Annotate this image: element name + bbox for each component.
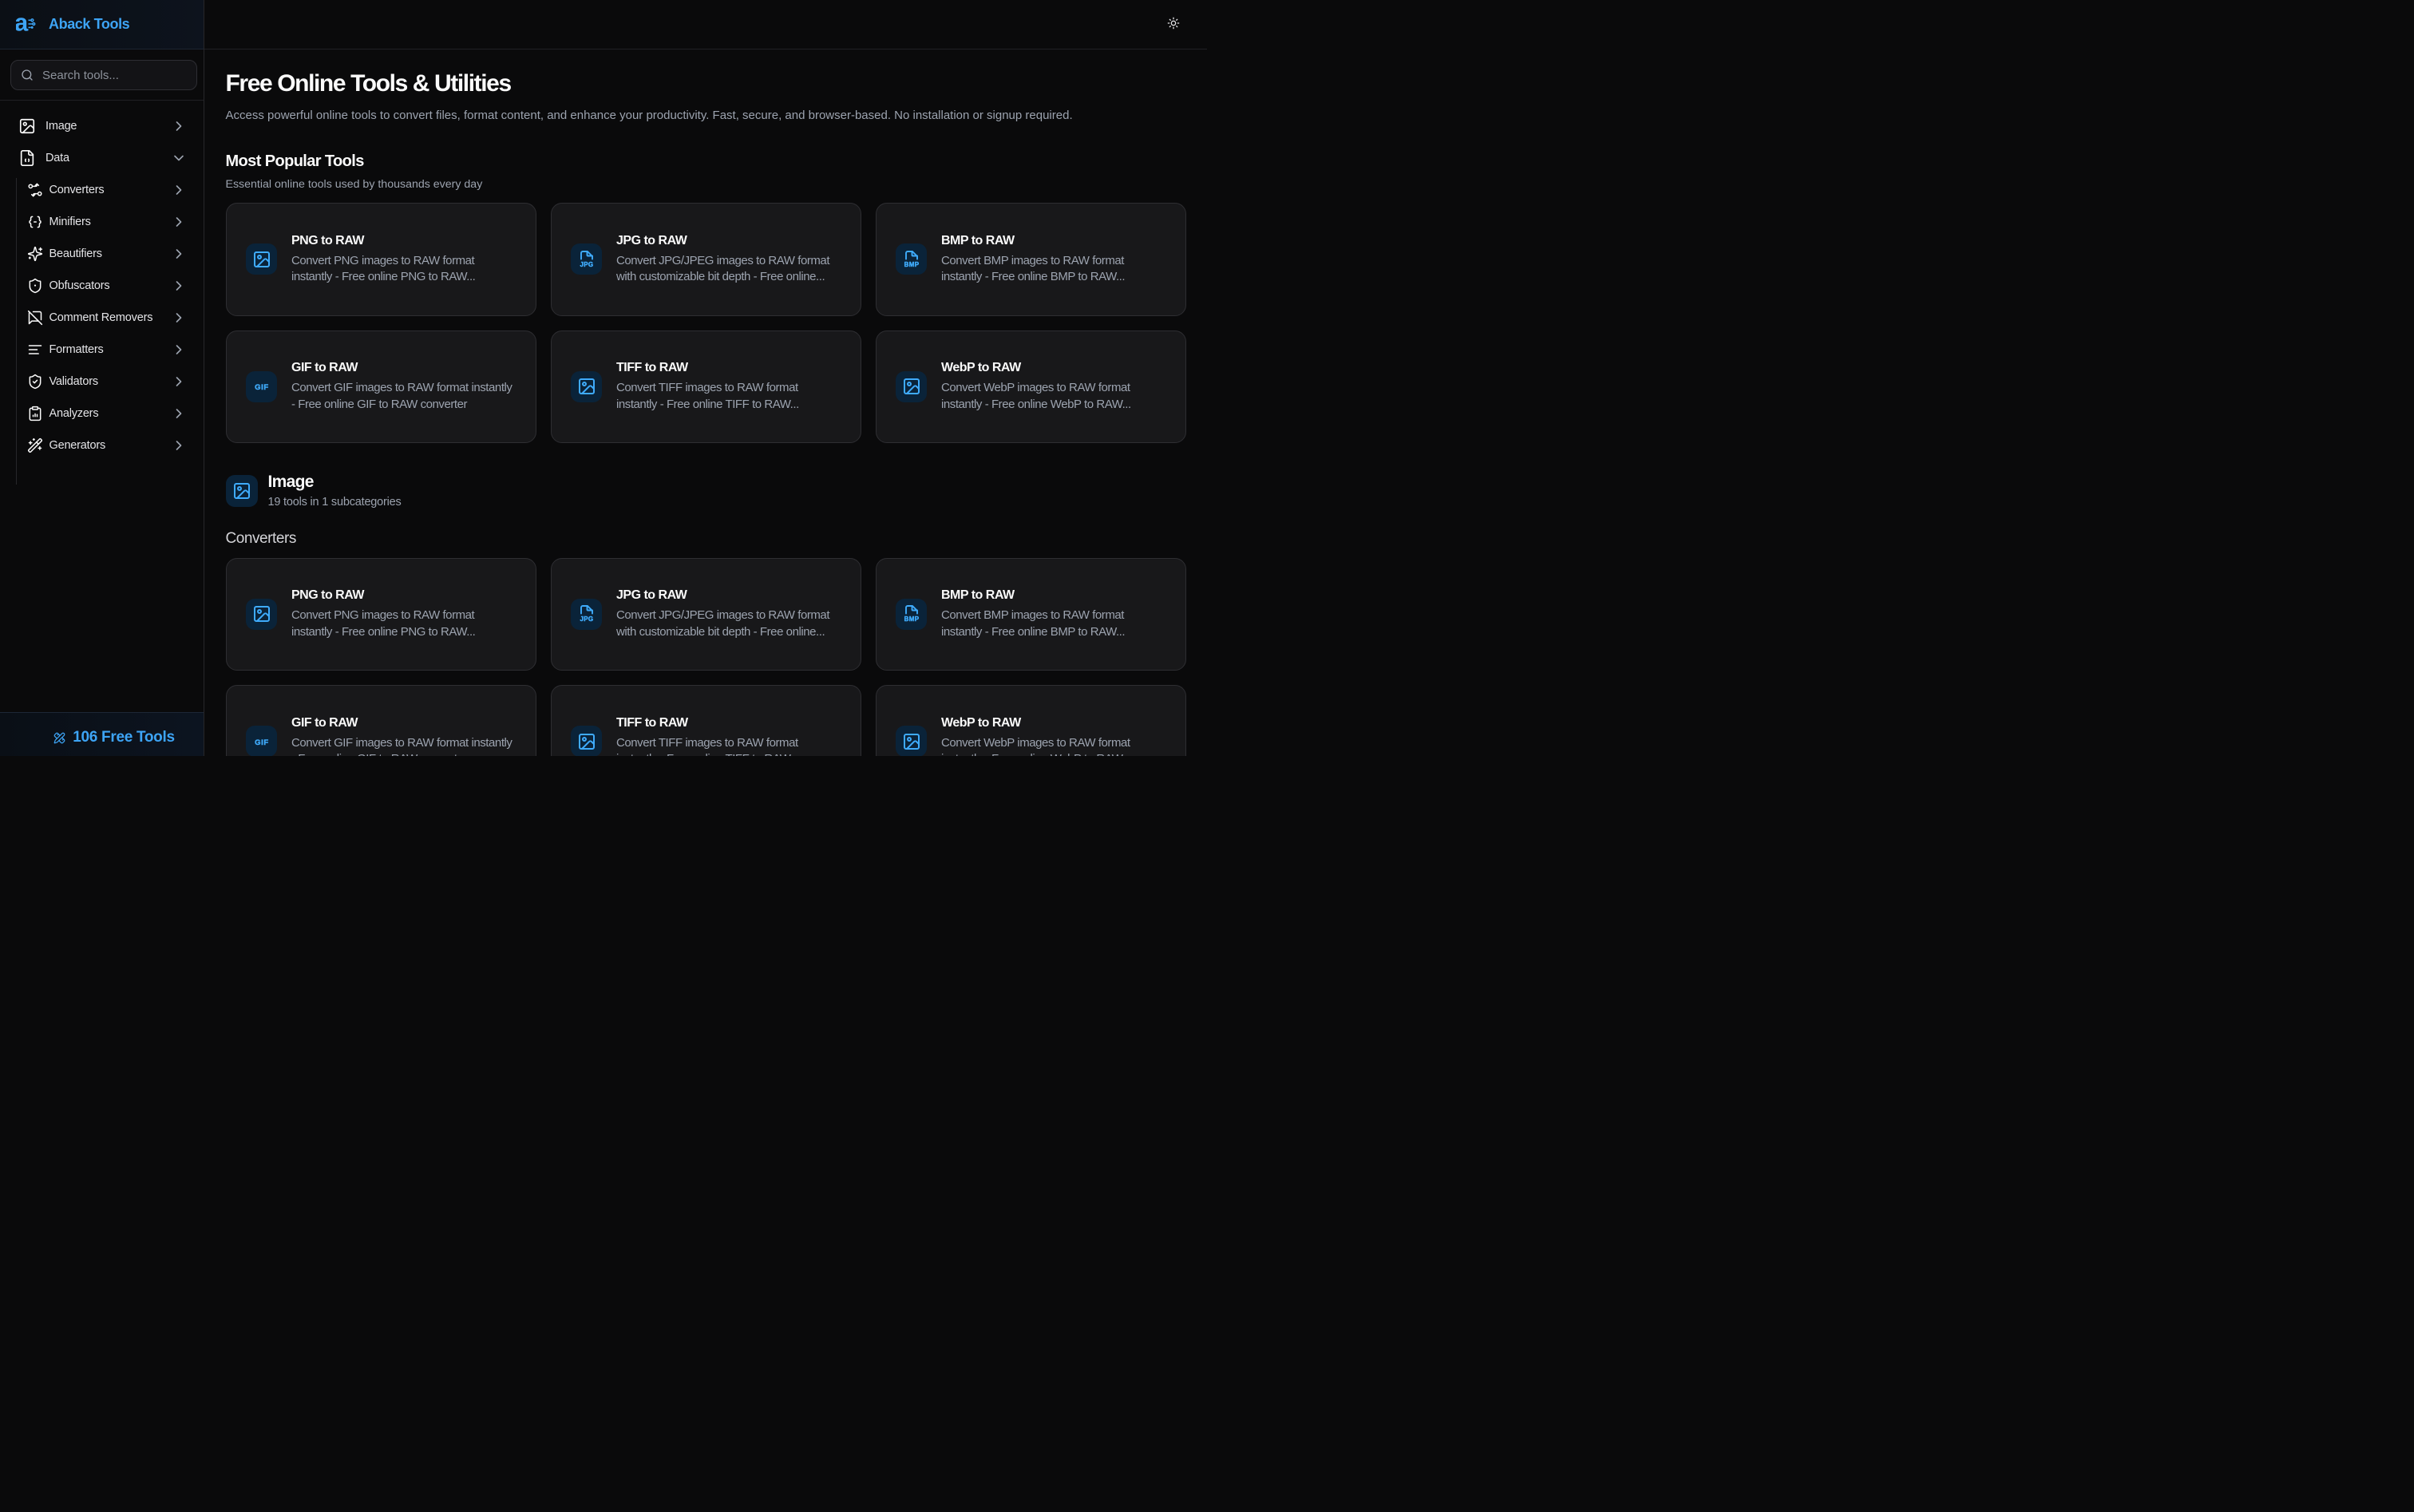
svg-text:a: a xyxy=(16,13,29,34)
svg-text:BMP: BMP xyxy=(904,615,919,623)
svg-text:BMP: BMP xyxy=(904,261,919,268)
svg-text:GIF: GIF xyxy=(255,383,269,392)
svg-text:GIF: GIF xyxy=(255,738,269,747)
svg-text:JPG: JPG xyxy=(580,261,593,268)
svg-text:JPG: JPG xyxy=(580,615,593,623)
